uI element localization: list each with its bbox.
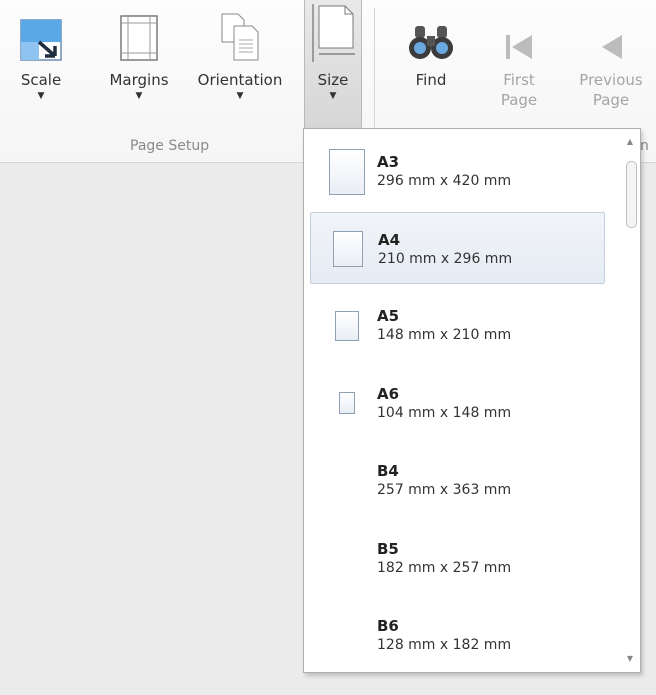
scroll-down-arrow-icon[interactable]: ▼ [620,650,640,668]
size-button[interactable]: Size ▼ [304,0,362,128]
size-option-dims: 296 mm x 420 mm [377,173,512,189]
scroll-up-arrow-icon[interactable]: ▲ [620,133,640,151]
orientation-icon [218,0,262,62]
first-page-button[interactable]: First Page [488,0,550,128]
margins-label: Margins [109,71,169,89]
orientation-button[interactable]: Orientation ▼ [192,0,288,128]
size-option-a6[interactable]: A6 104 mm x 148 mm [310,367,605,439]
size-option-b4[interactable]: B4 257 mm x 363 mm [310,444,605,516]
scale-icon [19,0,63,62]
size-option-a5[interactable]: A5 148 mm x 210 mm [310,289,605,361]
page-size-icon [309,0,357,62]
page-setup-group-label: Page Setup [130,138,210,154]
margins-icon [119,0,159,62]
previous-page-button[interactable]: Previous Page [566,0,656,128]
orientation-dropdown-arrow-icon: ▼ [236,91,244,101]
size-option-name: A6 [377,385,400,403]
size-option-name: B4 [377,462,399,480]
next-group-label: n [640,138,649,154]
size-option-name: A3 [377,153,400,171]
size-option-b6[interactable]: B6 128 mm x 182 mm [310,599,605,671]
scale-button[interactable]: Scale ▼ [16,0,66,128]
first-page-label-line1: First [503,71,535,89]
margins-dropdown-arrow-icon: ▼ [135,91,143,101]
previous-page-icon [596,0,626,62]
previous-page-label-line2: Page [592,91,630,109]
find-button[interactable]: Find [396,0,466,128]
size-option-a3[interactable]: A3 296 mm x 420 mm [310,135,605,207]
size-option-dims: 104 mm x 148 mm [377,405,512,421]
size-option-name: A4 [378,231,401,249]
size-option-dims: 128 mm x 182 mm [377,637,512,653]
size-option-b5[interactable]: B5 182 mm x 257 mm [310,522,605,594]
size-option-name: A5 [377,307,400,325]
size-dropdown-arrow-icon: ▼ [329,91,337,101]
page-thumbnail-icon [329,149,365,195]
size-option-dims: 182 mm x 257 mm [377,560,512,576]
page-thumbnail-icon [339,392,355,414]
dropdown-scrollbar[interactable]: ▲ ▼ [620,129,640,672]
previous-page-label-line1: Previous [579,71,643,89]
size-option-a4[interactable]: A4 210 mm x 296 mm [310,212,605,284]
scale-label: Scale [20,71,62,89]
size-option-dims: 257 mm x 363 mm [377,482,512,498]
first-page-icon [502,0,536,62]
page-thumbnail-icon [335,311,359,341]
scale-dropdown-arrow-icon: ▼ [37,91,45,101]
size-option-name: B6 [377,617,399,635]
scrollbar-thumb[interactable] [626,161,637,228]
orientation-label: Orientation [197,71,283,89]
size-option-dims: 210 mm x 296 mm [378,251,513,267]
first-page-label-line2: Page [500,91,538,109]
page-thumbnail-icon [333,231,363,267]
page-size-dropdown: A3 296 mm x 420 mm A4 210 mm x 296 mm A5… [303,128,641,673]
size-option-name: B5 [377,540,399,558]
find-label: Find [415,71,447,89]
size-option-dims: 148 mm x 210 mm [377,327,512,343]
binoculars-icon [408,0,454,62]
margins-button[interactable]: Margins ▼ [102,0,176,128]
size-label: Size [317,71,349,89]
